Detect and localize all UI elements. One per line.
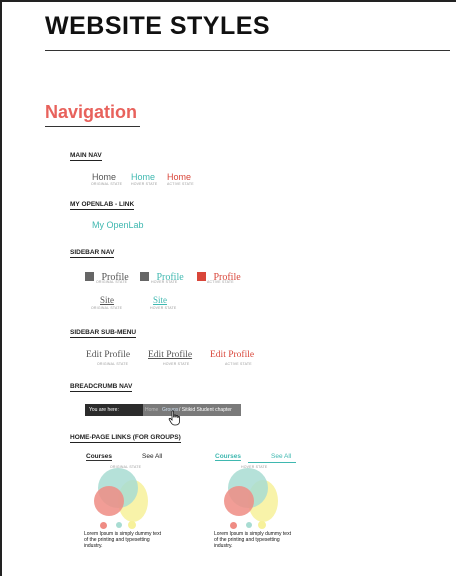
sidebar-submenu-section-title: SIDEBAR SUB-MENU <box>70 329 137 338</box>
card-courses-title[interactable]: Courses <box>215 453 242 461</box>
courses-bubble-graphic <box>90 466 160 530</box>
profile-square-icon <box>85 272 94 281</box>
navigation-heading: Navigation <box>45 102 138 122</box>
breadcrumb-current: / Sitikid Student chapter <box>179 407 232 413</box>
state-caption: ORIGINAL STATE <box>91 182 123 186</box>
card-body-text: Lorem Ipsum is simply dummy text of the … <box>214 531 291 549</box>
breadcrumb-home-link[interactable]: Home <box>145 407 158 413</box>
card-body-text: Lorem Ipsum is simply dummy text of the … <box>84 531 161 549</box>
main-nav-home-original[interactable]: Home <box>92 172 116 182</box>
title-divider <box>45 50 450 51</box>
homepage-links-section-title: HOME-PAGE LINKS (FOR GROUPS) <box>70 434 181 443</box>
main-nav-home-hover[interactable]: Home <box>131 172 155 182</box>
sidebar-nav-section-title: SIDEBAR NAV <box>70 249 115 258</box>
bubble-dot <box>230 522 237 529</box>
state-caption: ORIGINAL STATE <box>97 362 129 366</box>
profile-square-icon <box>197 272 206 281</box>
sidebar-site-hover[interactable]: Site <box>153 295 167 305</box>
submenu-edit-profile-active[interactable]: Edit Profile <box>210 350 254 360</box>
breadcrumb-section-title: BREADCRUMB NAV <box>70 383 133 392</box>
card-see-all-link[interactable]: See All <box>271 453 291 460</box>
state-caption: ACTIVE STATE <box>207 280 234 284</box>
hand-cursor-icon <box>168 410 180 426</box>
submenu-edit-profile-original[interactable]: Edit Profile <box>86 350 130 360</box>
profile-square-icon <box>140 272 149 281</box>
bubble-pink-shape <box>94 486 124 516</box>
bubble-dot <box>116 522 122 528</box>
sidebar-site-original[interactable]: Site <box>100 295 114 305</box>
hover-underline <box>248 462 296 463</box>
breadcrumb-prefix: You are here: <box>85 404 143 416</box>
bubble-dot <box>258 521 266 529</box>
breadcrumb: You are here: Home Groups / Sitikid Stud… <box>85 404 241 416</box>
my-openlab-section-title: MY OPENLAB - LINK <box>70 201 135 210</box>
bubble-pink-shape <box>224 486 254 516</box>
bubble-dot <box>246 522 252 528</box>
main-nav-section-title: MAIN NAV <box>70 152 102 161</box>
card-see-all-link[interactable]: See All <box>142 453 162 460</box>
state-caption: ORIGINAL STATE <box>96 280 128 284</box>
state-caption: HOVER STATE <box>151 280 178 284</box>
courses-bubble-graphic <box>220 466 290 530</box>
navigation-divider <box>45 126 140 127</box>
bubble-dot <box>100 522 107 529</box>
my-openlab-link[interactable]: My OpenLab <box>92 220 144 230</box>
state-caption: ACTIVE STATE <box>167 182 194 186</box>
state-caption: HOVER STATE <box>163 362 190 366</box>
state-caption: ACTIVE STATE <box>225 362 252 366</box>
state-caption: HOVER STATE <box>131 182 158 186</box>
submenu-edit-profile-hover[interactable]: Edit Profile <box>148 350 192 360</box>
page-title: WEBSITE STYLES <box>45 12 271 40</box>
state-caption: HOVER STATE <box>150 306 177 310</box>
main-nav-home-label: Home <box>92 172 117 182</box>
state-caption: ORIGINAL STATE <box>91 306 123 310</box>
main-nav-home-active[interactable]: Home <box>167 172 191 182</box>
card-courses-title[interactable]: Courses <box>86 453 113 461</box>
bubble-dot <box>128 521 136 529</box>
